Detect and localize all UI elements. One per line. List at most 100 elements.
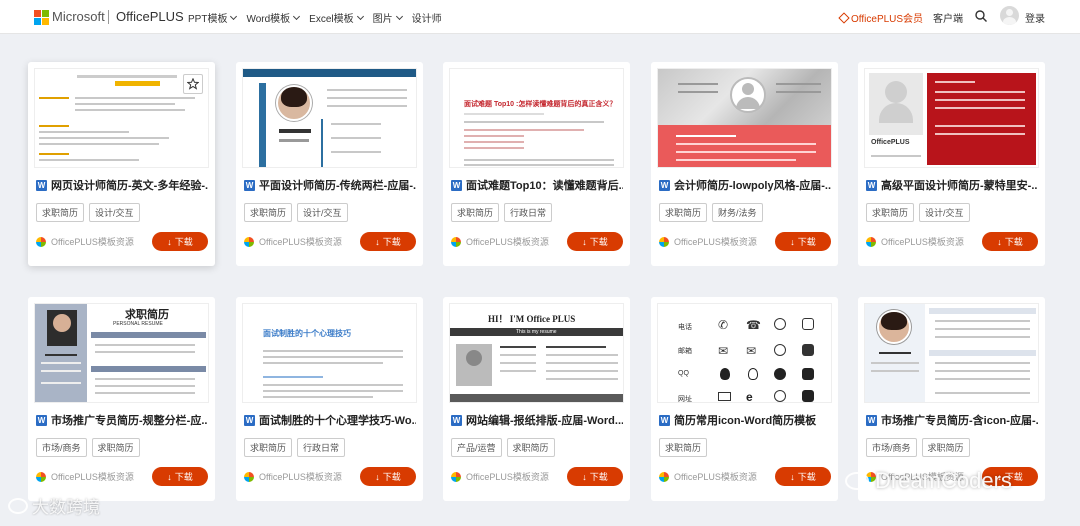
tag[interactable]: 求职简历 [866,203,915,222]
thumbnail-heading: 面试制胜的十个心理技巧 [263,329,351,338]
template-thumbnail[interactable]: OfficePLUS [864,68,1039,168]
template-title[interactable]: W 面试制胜的十个心理学技巧-Wo... [244,412,416,428]
template-card[interactable]: 求职简历 PERSONAL RESUME W 市场推广专员简历-规整分栏-应...… [28,297,215,501]
watermark-right: DreamCoders [845,468,1012,494]
download-arrow-icon: ↓ [375,236,380,247]
template-title-text: 市场推广专员简历-含icon-应届-... [881,415,1038,427]
template-title[interactable]: W 市场推广专员简历-规整分栏-应... [36,412,208,428]
tag[interactable]: 求职简历 [921,438,970,457]
tag[interactable]: 求职简历 [244,438,293,457]
template-card[interactable]: 面试难题 Top10 :怎样读懂难题背后的真正含义？ W 面试难题Top10：读懂… [443,62,630,266]
tag[interactable]: 财务/法务 [712,203,763,222]
nav-ppt[interactable]: PPT模板 [188,10,238,25]
source-text: OfficePLUS模板资源 [259,237,342,247]
top-navigation-bar: Microsoft OfficePLUS PPT模板 Word模板 Excel模… [0,0,1080,34]
download-arrow-icon: ↓ [375,471,380,482]
tag[interactable]: 行政日常 [504,203,553,222]
template-card[interactable]: W 平面设计师简历-传统两栏-应届-... 求职简历 设计/交互 OfficePL… [236,62,423,266]
telephone-icon: ☎ [746,318,761,332]
word-icon: W [451,414,462,426]
client-download-link[interactable]: 客户端 [933,10,963,25]
download-button[interactable]: ↓ 下载 [982,232,1038,251]
login-link[interactable]: 登录 [1025,10,1045,25]
template-thumbnail[interactable]: 电话 邮箱 QQ 网址 ✆ ☎ ✉ ✉ e [657,303,832,403]
word-icon: W [866,179,877,191]
mail-icon: ✉ [718,344,729,358]
template-title[interactable]: W 市场推广专员简历-含icon-应届-... [866,412,1038,428]
product-name[interactable]: OfficePLUS [116,9,184,24]
template-title[interactable]: W 简历常用icon-Word简历模板 [659,412,831,428]
download-button[interactable]: ↓ 下载 [567,467,623,486]
template-card[interactable]: W 会计师简历-lowpoly风格-应届-... 求职简历 财务/法务 Offic… [651,62,838,266]
template-title[interactable]: W 网页设计师简历-英文-多年经验-... [36,177,208,193]
template-card[interactable]: 面试制胜的十个心理技巧 W 面试制胜的十个心理学技巧-Wo... 求职简历 行政日… [236,297,423,501]
tag[interactable]: 求职简历 [36,203,85,222]
nav-word[interactable]: Word模板 [246,10,301,25]
thumbnail-name: OfficePLUS [871,139,910,146]
template-card[interactable]: 电话 邮箱 QQ 网址 ✆ ☎ ✉ ✉ e W 简历常用icon-Word简历模板… [651,297,838,501]
tag[interactable]: 求职简历 [506,438,555,457]
microsoft-logo-icon[interactable] [34,10,49,25]
template-thumbnail[interactable] [657,68,832,168]
template-title-text: 简历常用icon-Word简历模板 [674,415,817,427]
download-button[interactable]: ↓ 下载 [152,232,208,251]
template-thumbnail[interactable] [242,68,417,168]
word-icon: W [659,414,670,426]
tag[interactable]: 求职简历 [451,203,500,222]
member-link[interactable]: OfficePLUS会员 [838,10,924,25]
tag[interactable]: 设计/交互 [297,203,348,222]
officeplus-logo-icon [36,471,46,482]
star-icon [187,78,199,90]
watermark-logo-icon [8,497,28,514]
tag[interactable]: 市场/商务 [866,438,917,457]
tag[interactable]: 求职简历 [659,203,708,222]
template-title-text: 面试制胜的十个心理学技巧-Wo... [259,415,416,427]
tag[interactable]: 求职简历 [244,203,293,222]
template-thumbnail[interactable]: 面试制胜的十个心理技巧 [242,303,417,403]
brand-name[interactable]: Microsoft [52,9,105,24]
download-button[interactable]: ↓ 下载 [775,467,831,486]
word-icon: W [244,414,255,426]
source-text: OfficePLUS模板资源 [466,472,549,482]
user-avatar[interactable] [1000,6,1019,25]
download-button[interactable]: ↓ 下载 [775,232,831,251]
search-icon[interactable] [975,10,987,22]
template-title-text: 平面设计师简历-传统两栏-应届-... [259,180,416,192]
download-button[interactable]: ↓ 下载 [152,467,208,486]
template-title[interactable]: W 平面设计师简历-传统两栏-应届-... [244,177,416,193]
template-title[interactable]: W 面试难题Top10：读懂难题背后... [451,177,623,193]
monitor-icon [718,392,731,401]
template-card[interactable]: W 网页设计师简历-英文-多年经验-... 求职简历 设计/交互 OfficePL… [28,62,215,266]
thumbnail-label: 邮箱 [678,348,692,355]
tag[interactable]: 市场/商务 [36,438,87,457]
officeplus-logo-icon [244,471,254,482]
template-title[interactable]: W 网站编辑-报纸排版-应届-Word... [451,412,623,428]
download-button[interactable]: ↓ 下载 [360,232,416,251]
tag-list: 产品/运营 求职简历 [451,438,555,457]
tag[interactable]: 求职简历 [91,438,140,457]
template-thumbnail[interactable]: 面试难题 Top10 :怎样读懂难题背后的真正含义？ [449,68,624,168]
member-label: OfficePLUS会员 [851,14,924,25]
template-title[interactable]: W 高级平面设计师简历-蒙特里安-... [866,177,1038,193]
favorite-button[interactable] [183,74,203,94]
template-thumbnail[interactable] [864,303,1039,403]
nav-excel[interactable]: Excel模板 [309,10,364,25]
template-thumbnail[interactable]: HI！ I'M Office PLUS This is my resume [449,303,624,403]
thumbnail-label: 网址 [678,396,692,403]
template-thumbnail[interactable]: 求职简历 PERSONAL RESUME [34,303,209,403]
download-label: 下载 [589,472,608,482]
download-button[interactable]: ↓ 下载 [567,232,623,251]
nav-designer[interactable]: 设计师 [412,10,442,25]
nav-images[interactable]: 图片 [373,10,403,25]
source-text: OfficePLUS模板资源 [674,237,757,247]
nav-word-label: Word模板 [246,14,291,25]
template-title[interactable]: W 会计师简历-lowpoly风格-应届-... [659,177,831,193]
template-card[interactable]: OfficePLUS W 高级平面设计师简历-蒙特里安-... 求职简历 设计/交… [858,62,1045,266]
tag[interactable]: 求职简历 [659,438,708,457]
download-button[interactable]: ↓ 下载 [360,467,416,486]
tag[interactable]: 设计/交互 [89,203,140,222]
tag[interactable]: 设计/交互 [919,203,970,222]
tag[interactable]: 行政日常 [297,438,346,457]
tag[interactable]: 产品/运营 [451,438,502,457]
template-card[interactable]: HI！ I'M Office PLUS This is my resume W网… [443,297,630,501]
